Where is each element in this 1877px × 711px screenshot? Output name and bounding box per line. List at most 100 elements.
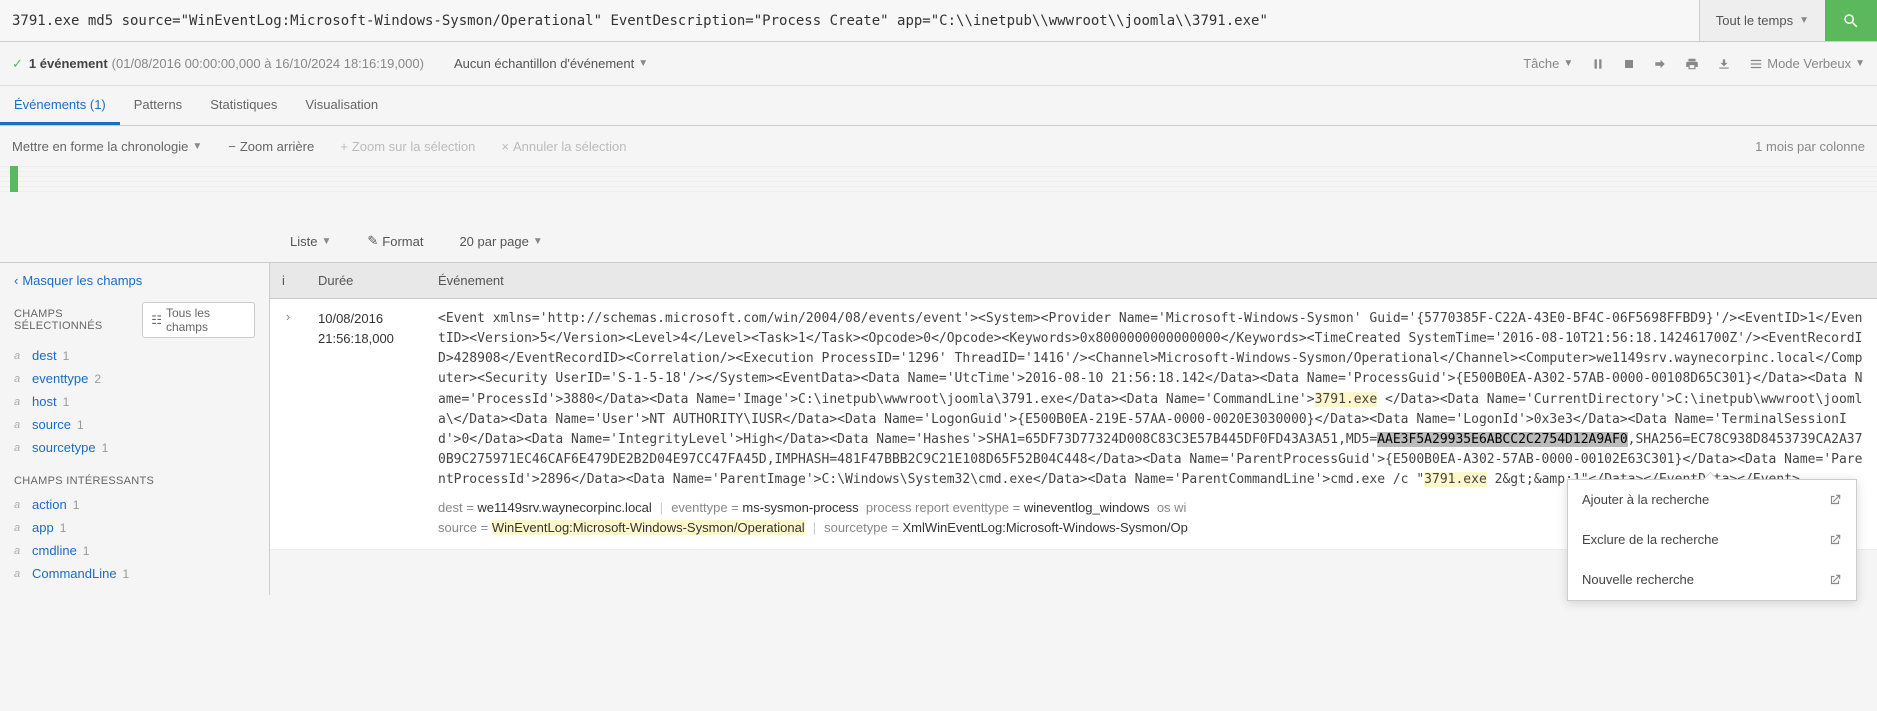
field-type-letter: a (14, 545, 26, 557)
field-type-letter: a (14, 522, 26, 534)
chevron-right-icon: › (286, 309, 290, 324)
highlight-match: 3791.exe (1315, 392, 1378, 407)
sampling-dropdown[interactable]: Aucun échantillon d'événement ▼ (454, 56, 648, 71)
tab-statistics[interactable]: Statistiques (196, 86, 291, 125)
print-button[interactable] (1685, 57, 1699, 71)
field-type-letter: a (14, 442, 26, 454)
open-icon (1828, 493, 1842, 507)
share-button[interactable] (1653, 57, 1667, 71)
field-type-letter: a (14, 350, 26, 362)
time-range-text: (01/08/2016 00:00:00,000 à 16/10/2024 18… (112, 56, 424, 71)
mode-dropdown[interactable]: Mode Verbeux ▼ (1749, 56, 1865, 71)
check-icon: ✓ (12, 56, 23, 72)
field-count: 1 (123, 567, 130, 581)
table-row: › 10/08/2016 21:56:18,000 <Event xmlns='… (270, 299, 1877, 550)
all-fields-button[interactable]: ☷ Tous les champs (142, 302, 255, 338)
pause-button[interactable] (1591, 57, 1605, 71)
list-icon (1749, 57, 1763, 71)
col-event[interactable]: Événement (426, 263, 1877, 299)
format-button[interactable]: ✎ Format (367, 233, 423, 249)
expand-row-button[interactable]: › (270, 299, 306, 550)
timeline-scale-label: 1 mois par colonne (1755, 139, 1865, 154)
field-item-app[interactable]: aapp 1 (14, 516, 255, 539)
close-icon: × (501, 139, 509, 154)
chevron-down-icon: ▼ (533, 236, 543, 247)
field-count: 2 (94, 372, 101, 386)
event-time-cell[interactable]: 10/08/2016 21:56:18,000 (306, 299, 426, 550)
field-count: 1 (63, 395, 70, 409)
interesting-fields-heading: CHAMPS INTÉRESSANTS (14, 475, 255, 487)
print-icon (1685, 57, 1699, 71)
field-name: dest (32, 348, 57, 363)
fields-sidebar: ‹ Masquer les champs CHAMPS SÉLECTIONNÉS… (0, 263, 270, 595)
time-range-label: Tout le temps (1716, 13, 1793, 28)
share-icon (1653, 57, 1667, 71)
field-name: app (32, 520, 54, 535)
open-icon (1828, 573, 1842, 587)
field-name: action (32, 497, 67, 512)
stop-button[interactable] (1623, 58, 1635, 70)
event-raw-cell[interactable]: <Event xmlns='http://schemas.microsoft.c… (426, 299, 1877, 550)
plus-icon: + (340, 139, 348, 154)
timeline-format-dropdown[interactable]: Mettre en forme la chronologie ▼ (12, 139, 202, 154)
field-item-eventtype[interactable]: aeventtype2 (14, 367, 255, 390)
field-name: source (32, 417, 71, 432)
field-item-dest[interactable]: adest 1 (14, 344, 255, 367)
field-name: host (32, 394, 57, 409)
timeline-bar[interactable] (10, 166, 18, 192)
field-type-letter: a (14, 499, 26, 511)
field-item-source[interactable]: asource 1 (14, 413, 255, 436)
zoom-selection-button: + Zoom sur la sélection (340, 139, 475, 154)
open-icon (1828, 533, 1842, 547)
field-count: 1 (60, 521, 67, 535)
field-item-CommandLine[interactable]: aCommandLine1 (14, 562, 255, 585)
selection-context-menu: Ajouter à la recherche Exclure de la rec… (1567, 479, 1857, 601)
minus-icon: − (228, 139, 236, 154)
tab-patterns[interactable]: Patterns (120, 86, 196, 125)
field-item-cmdline[interactable]: a cmdline 1 (14, 539, 255, 562)
field-type-letter: a (14, 568, 26, 580)
export-button[interactable] (1717, 57, 1731, 71)
search-icon (1842, 12, 1860, 30)
field-item-action[interactable]: aaction 1 (14, 493, 255, 516)
list-view-dropdown[interactable]: Liste ▼ (290, 234, 331, 249)
chevron-down-icon: ▼ (192, 141, 202, 152)
pencil-icon: ✎ (367, 233, 378, 249)
field-name: cmdline (32, 543, 77, 558)
chevron-down-icon: ▼ (638, 58, 648, 69)
field-type-letter: a (14, 419, 26, 431)
col-info[interactable]: i (270, 263, 306, 299)
field-count: 1 (83, 544, 90, 558)
time-range-picker[interactable]: Tout le temps ▼ (1699, 0, 1825, 41)
search-input[interactable] (0, 0, 1699, 41)
hide-fields-button[interactable]: ‹ Masquer les champs (14, 273, 255, 288)
selected-text[interactable]: AAE3F5A29935E6ABCC2C2754D12A9AF0 (1377, 432, 1627, 447)
highlight-match: 3791.exe (1424, 472, 1487, 487)
field-type-letter: a (14, 396, 26, 408)
field-name: sourcetype (32, 440, 96, 455)
chevron-down-icon: ▼ (321, 236, 331, 247)
menu-add-to-search[interactable]: Ajouter à la recherche (1568, 480, 1856, 520)
per-page-dropdown[interactable]: 20 par page ▼ (459, 234, 542, 249)
field-item-sourcetype[interactable]: asourcetype1 (14, 436, 255, 459)
tab-visualization[interactable]: Visualisation (291, 86, 392, 125)
field-count: 1 (77, 418, 84, 432)
chevron-down-icon: ▼ (1799, 15, 1809, 26)
search-button[interactable] (1825, 0, 1877, 41)
zoom-out-button[interactable]: − Zoom arrière (228, 139, 314, 154)
field-type-letter: a (14, 373, 26, 385)
col-time[interactable]: Durée (306, 263, 426, 299)
menu-new-search[interactable]: Nouvelle recherche (1568, 560, 1856, 600)
events-table: i Durée Événement › 10/08/2016 21:56:18,… (270, 263, 1877, 550)
tab-events[interactable]: Événements (1) (0, 86, 120, 125)
menu-exclude-from-search[interactable]: Exclure de la recherche (1568, 520, 1856, 560)
cancel-selection-button: × Annuler la sélection (501, 139, 626, 154)
field-count: 1 (63, 349, 70, 363)
stop-icon (1623, 58, 1635, 70)
field-item-host[interactable]: ahost 1 (14, 390, 255, 413)
job-menu[interactable]: Tâche ▼ (1523, 56, 1573, 71)
chevron-left-icon: ‹ (14, 273, 18, 288)
field-count: 1 (73, 498, 80, 512)
download-icon (1717, 57, 1731, 71)
timeline-chart[interactable] (0, 166, 1877, 192)
